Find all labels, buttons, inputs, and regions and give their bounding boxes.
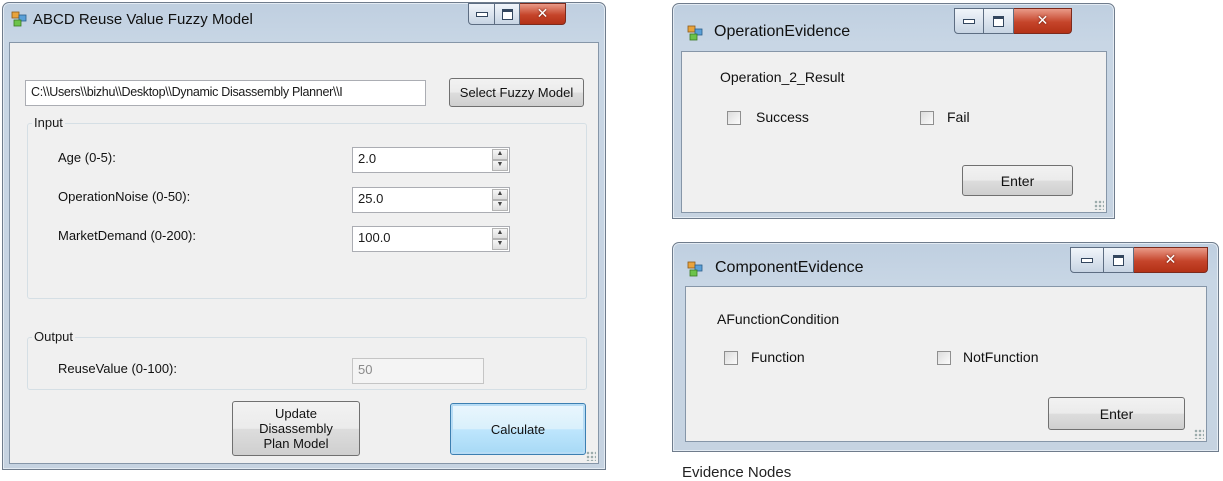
- function-checkbox[interactable]: [724, 351, 738, 365]
- app-window-icon: [687, 25, 703, 41]
- minimize-button[interactable]: [1070, 247, 1104, 273]
- success-label: Success: [756, 109, 809, 125]
- age-input[interactable]: 2.0 ▲ ▼: [352, 147, 510, 173]
- operation-enter-button[interactable]: Enter: [962, 165, 1073, 196]
- spin-up-arrow-icon[interactable]: ▲: [492, 149, 508, 160]
- client-area: AFunctionCondition Function NotFunction …: [685, 286, 1207, 442]
- market-demand-label: MarketDemand (0-200):: [58, 228, 196, 243]
- caption-buttons: ✕: [468, 3, 566, 25]
- not-function-checkbox[interactable]: [937, 351, 951, 365]
- figure-caption-fragment: Evidence Nodes: [682, 464, 792, 481]
- close-icon: ✕: [1036, 13, 1049, 29]
- close-button[interactable]: ✕: [1134, 247, 1208, 273]
- component-enter-button[interactable]: Enter: [1048, 397, 1185, 430]
- minimize-icon: [475, 11, 488, 17]
- fail-checkbox[interactable]: [920, 111, 934, 125]
- spin-down-arrow-icon[interactable]: ▼: [492, 239, 508, 250]
- operation-noise-input[interactable]: 25.0 ▲ ▼: [352, 187, 510, 213]
- resize-grip-icon[interactable]: [1194, 429, 1204, 439]
- title-bar[interactable]: ComponentEvidence ✕: [672, 242, 1219, 278]
- resize-grip-icon[interactable]: [586, 451, 596, 461]
- window-title: ComponentEvidence: [715, 259, 864, 276]
- spin-down-arrow-icon[interactable]: ▼: [492, 200, 508, 211]
- caption-buttons: ✕: [1070, 247, 1208, 273]
- app-window-icon: [11, 11, 27, 27]
- title-bar[interactable]: OperationEvidence ✕: [672, 3, 1115, 41]
- maximize-icon: [1113, 254, 1124, 266]
- maximize-button[interactable]: [984, 8, 1014, 34]
- operation-evidence-window: OperationEvidence ✕ Operation_2_Result S…: [672, 3, 1115, 219]
- select-fuzzy-model-button[interactable]: Select Fuzzy Model: [449, 78, 584, 107]
- close-icon: ✕: [536, 6, 549, 22]
- minimize-icon: [1081, 257, 1093, 263]
- client-area: Operation_2_Result Success Fail Enter: [681, 51, 1107, 213]
- maximize-icon: [501, 8, 513, 20]
- caption-buttons: ✕: [954, 8, 1072, 34]
- title-bar[interactable]: ABCD Reuse Value Fuzzy Model ✕: [2, 2, 606, 38]
- market-demand-value: 100.0: [358, 230, 391, 245]
- not-function-label: NotFunction: [963, 349, 1039, 365]
- spin-up-arrow-icon[interactable]: ▲: [492, 189, 508, 200]
- minimize-icon: [963, 18, 975, 24]
- close-button[interactable]: ✕: [520, 3, 566, 25]
- app-window-icon: [687, 261, 703, 277]
- maximize-button[interactable]: [495, 3, 520, 25]
- spin-up-arrow-icon[interactable]: ▲: [492, 228, 508, 239]
- resize-grip-icon[interactable]: [1094, 200, 1104, 210]
- function-condition-heading: AFunctionCondition: [717, 311, 840, 327]
- spin-down-arrow-icon[interactable]: ▼: [492, 160, 508, 171]
- reuse-value-label: ReuseValue (0-100):: [58, 361, 177, 376]
- minimize-button[interactable]: [954, 8, 984, 34]
- maximize-icon: [993, 15, 1004, 27]
- operation-noise-spinner: ▲ ▼: [492, 189, 508, 211]
- model-path-field[interactable]: C:\\Users\\bizhu\\Desktop\\Dynamic Disas…: [25, 80, 426, 106]
- close-button[interactable]: ✕: [1014, 8, 1072, 34]
- close-icon: ✕: [1164, 252, 1177, 268]
- output-group-title: Output: [32, 329, 76, 344]
- component-evidence-window: ComponentEvidence ✕ AFunctionCondition F…: [672, 242, 1219, 452]
- window-title: OperationEvidence: [714, 23, 851, 40]
- update-disassembly-plan-button[interactable]: Update Disassembly Plan Model: [232, 401, 360, 456]
- age-value: 2.0: [358, 151, 377, 166]
- window-title: ABCD Reuse Value Fuzzy Model: [33, 11, 253, 28]
- market-demand-input[interactable]: 100.0 ▲ ▼: [352, 226, 510, 252]
- fail-label: Fail: [947, 109, 970, 125]
- age-spinner: ▲ ▼: [492, 149, 508, 171]
- success-checkbox[interactable]: [727, 111, 741, 125]
- input-group-title: Input: [32, 115, 65, 130]
- market-demand-spinner: ▲ ▼: [492, 228, 508, 250]
- operation-result-heading: Operation_2_Result: [720, 69, 845, 85]
- calculate-button[interactable]: Calculate: [450, 403, 586, 455]
- maximize-button[interactable]: [1104, 247, 1134, 273]
- fuzzy-model-window: ABCD Reuse Value Fuzzy Model ✕ C:\\Users…: [2, 2, 606, 470]
- reuse-value-output: 50: [352, 358, 484, 384]
- operation-noise-label: OperationNoise (0-50):: [58, 189, 191, 204]
- client-area: C:\\Users\\bizhu\\Desktop\\Dynamic Disas…: [9, 42, 599, 464]
- function-label: Function: [751, 349, 805, 365]
- operation-noise-value: 25.0: [358, 191, 384, 206]
- age-label: Age (0-5):: [58, 150, 116, 165]
- minimize-button[interactable]: [468, 3, 495, 25]
